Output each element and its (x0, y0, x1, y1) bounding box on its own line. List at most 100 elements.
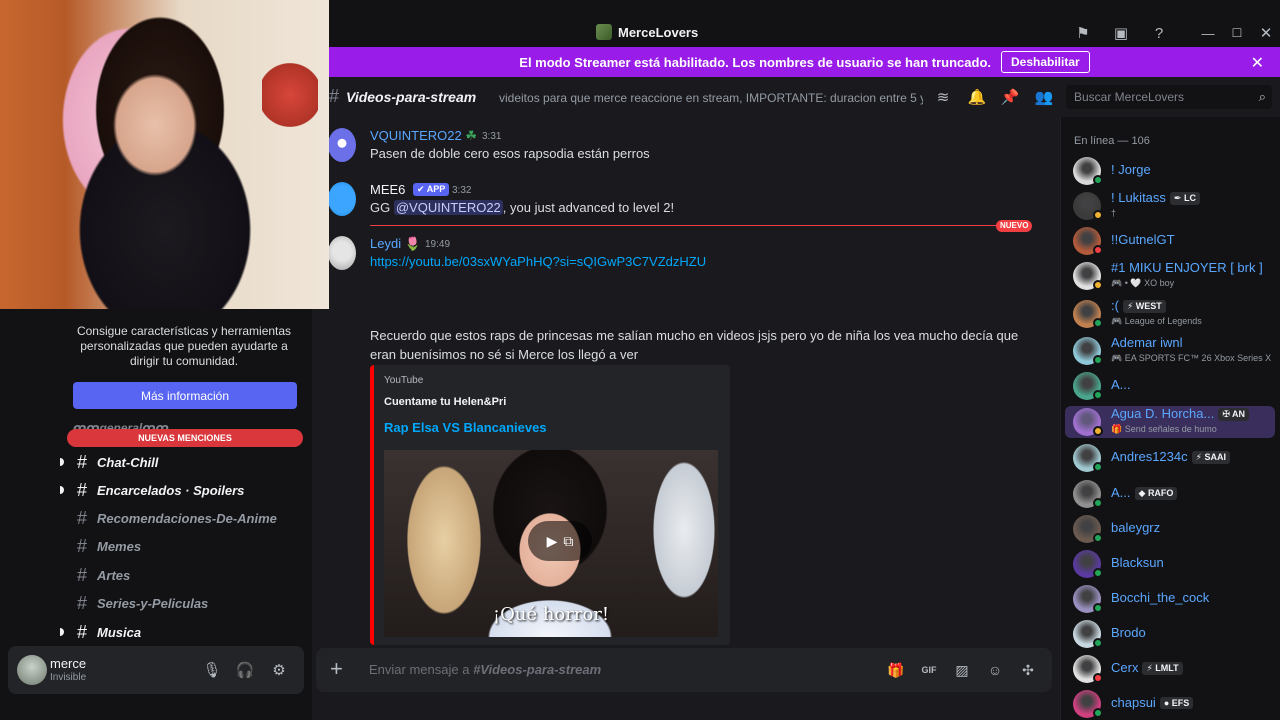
video-thumbnail[interactable]: ▶ ⧉ ¡Qué horror! (384, 450, 718, 637)
more-info-button[interactable]: Más información (73, 382, 297, 409)
presence-dot (1093, 498, 1103, 508)
member-item[interactable]: baleygrz (1065, 513, 1275, 545)
settings-gear-icon[interactable]: ⚙ (268, 659, 290, 681)
message-author[interactable]: MEE6 ✔ APP (370, 182, 450, 197)
gift-icon[interactable]: 🎁 (886, 660, 906, 680)
member-item[interactable]: Ademar iwnl 🎮 EA SPORTS FC™ 26 Xbox Serie… (1065, 335, 1275, 367)
message-link[interactable]: https://youtu.be/03sxWYaPhHQ?si=sQIGwP3C… (370, 252, 706, 271)
message-author[interactable]: Leydi 🌷 (370, 236, 421, 252)
member-list-icon[interactable]: 👥 (1034, 87, 1054, 107)
member-name-row: Ademar iwnl (1111, 335, 1183, 350)
channel-label: Musica (97, 624, 142, 640)
streamer-mode-banner: El modo Streamer está habilitado. Los no… (329, 47, 1280, 77)
composer-placeholder[interactable]: Enviar mensaje a #Videos-para-stream (369, 662, 601, 677)
member-item[interactable]: Bocchi_the_cock (1065, 583, 1275, 615)
channel-hash-icon: # (76, 507, 87, 528)
new-messages-divider (370, 225, 1032, 226)
member-item[interactable]: Cerx ⚡ LMLT (1065, 653, 1275, 685)
headphones-icon[interactable]: 🎧 (234, 659, 256, 681)
window-close-icon[interactable]: ✕ (1256, 23, 1276, 43)
embed-author[interactable]: Cuentame tu Helen&Pri (384, 396, 506, 408)
member-name-row: A... (1111, 377, 1131, 392)
mee6-avatar[interactable] (328, 182, 356, 216)
embed-title[interactable]: Rap Elsa VS Blancanieves (384, 420, 547, 435)
message-avatar[interactable] (328, 128, 356, 162)
member-name-row: Bocchi_the_cock (1111, 590, 1209, 605)
channel-hash-icon: # (76, 564, 87, 585)
disable-streamer-button[interactable]: Deshabilitar (1001, 51, 1090, 73)
channel-item[interactable]: # Artes (67, 562, 303, 588)
channel-item[interactable]: # Recomendaciones-De-Anime (67, 505, 303, 531)
member-name-row: Andres1234c ⚡ SAAI (1111, 449, 1230, 464)
threads-icon[interactable]: ≋ (933, 87, 953, 107)
member-activity: 🎮 League of Legends (1111, 316, 1202, 326)
member-name-row: #1 MIKU ENJOYER [ brk ] (1111, 260, 1263, 275)
guild-tag: ✠ AN (1218, 408, 1250, 421)
member-item[interactable]: Agua D. Horcha... ✠ AN 🎁 Send señales de h… (1065, 406, 1275, 438)
user-name[interactable]: merce (50, 656, 86, 671)
author-name[interactable]: VQUINTERO22 (370, 128, 462, 143)
member-name-row: !!GutnelGT (1111, 232, 1175, 247)
member-name: baleygrz (1111, 520, 1161, 535)
member-item[interactable]: Brodo (1065, 618, 1275, 650)
channel-item[interactable]: # Memes (67, 533, 303, 559)
member-item[interactable]: ! Jorge (1065, 155, 1275, 187)
notification-bell-icon[interactable]: 🔔 (967, 87, 987, 107)
channel-item[interactable]: # Series-y-Peliculas (67, 590, 303, 616)
channel-label: Artes (97, 567, 131, 583)
microphone-icon[interactable]: 🎙 (201, 659, 223, 681)
guild-tag: ⚡ SAAI (1191, 451, 1230, 464)
discord-window: MerceLovers ⚑ ▣ ? — ☐ ✕ El modo Streamer… (0, 0, 1280, 720)
presence-dot (1093, 318, 1103, 328)
help-icon[interactable]: ? (1149, 23, 1169, 43)
message-composer[interactable]: + Enviar mensaje a #Videos-para-stream 🎁… (316, 648, 1052, 692)
user-avatar[interactable] (17, 655, 47, 685)
member-item[interactable]: ! Lukitass ✒ LC † (1065, 190, 1275, 222)
sticker-icon[interactable]: ▨ (952, 660, 972, 680)
text-suffix: , you just advanced to level 2! (502, 200, 675, 215)
member-item[interactable]: Blacksun (1065, 548, 1275, 580)
channel-item[interactable]: # Chat-Chill (60, 449, 303, 475)
stream-icon[interactable]: ▣ (1111, 23, 1131, 43)
author-name[interactable]: Leydi (370, 236, 401, 251)
guild-tag: ◆ RAFO (1134, 487, 1178, 500)
channel-label: Chat-Chill (97, 454, 159, 470)
member-item[interactable]: A... (1065, 370, 1275, 402)
member-item[interactable]: :(⚡ WEST 🎮 League of Legends (1065, 298, 1275, 330)
embed-provider[interactable]: YouTube (384, 375, 423, 386)
member-item[interactable]: chapsui ● EFS (1065, 688, 1275, 720)
inbox-flag-icon[interactable]: ⚑ (1073, 23, 1093, 43)
video-subtitle: ¡Qué horror! (492, 604, 610, 625)
channel-topic[interactable]: videitos para que merce reaccione en str… (499, 91, 923, 105)
new-mentions-pill[interactable]: NUEVAS MENCIONES (67, 429, 303, 447)
search-placeholder: Buscar MerceLovers (1074, 90, 1185, 104)
author-name[interactable]: MEE6 (370, 182, 405, 197)
user-mention[interactable]: @VQUINTERO22 (393, 200, 503, 215)
message-author[interactable]: VQUINTERO22 ☘ (370, 128, 477, 144)
presence-dot (1093, 462, 1103, 472)
server-icon (596, 24, 612, 40)
search-input[interactable]: Buscar MerceLovers ⌕ (1066, 85, 1272, 109)
message-avatar[interactable] (328, 236, 356, 270)
member-name: Bocchi_the_cock (1111, 590, 1210, 605)
channel-hash-icon: # (76, 535, 87, 556)
maximize-icon[interactable]: ☐ (1227, 23, 1247, 43)
emoji-icon[interactable]: ☺ (985, 660, 1005, 680)
banner-close-icon[interactable]: ✕ (1251, 53, 1264, 73)
member-item[interactable]: !!GutnelGT (1065, 225, 1275, 257)
presence-dot (1093, 708, 1103, 718)
add-attachment-icon[interactable]: + (330, 658, 343, 680)
member-item[interactable]: A... ◆ RAFO (1065, 478, 1275, 510)
member-name-row: :(⚡ WEST (1111, 298, 1166, 313)
gif-icon[interactable]: GIF (919, 660, 939, 680)
minimize-icon[interactable]: — (1198, 23, 1218, 43)
play-icon: ▶ (546, 532, 558, 549)
member-item[interactable]: #1 MIKU ENJOYER [ brk ] 🎮 • 🤍 XO boy (1065, 260, 1275, 292)
apps-icon[interactable]: ✣ (1018, 660, 1038, 680)
channel-item[interactable]: # Encarcelados · Spoilers (60, 477, 303, 503)
member-item[interactable]: Andres1234c ⚡ SAAI (1065, 442, 1275, 474)
promo-text: Consigue características y herramientas … (76, 324, 292, 368)
channel-item[interactable]: # Musica (60, 619, 303, 645)
pinned-icon[interactable]: 📌 (1000, 87, 1020, 107)
play-button[interactable]: ▶ ⧉ (528, 521, 592, 561)
